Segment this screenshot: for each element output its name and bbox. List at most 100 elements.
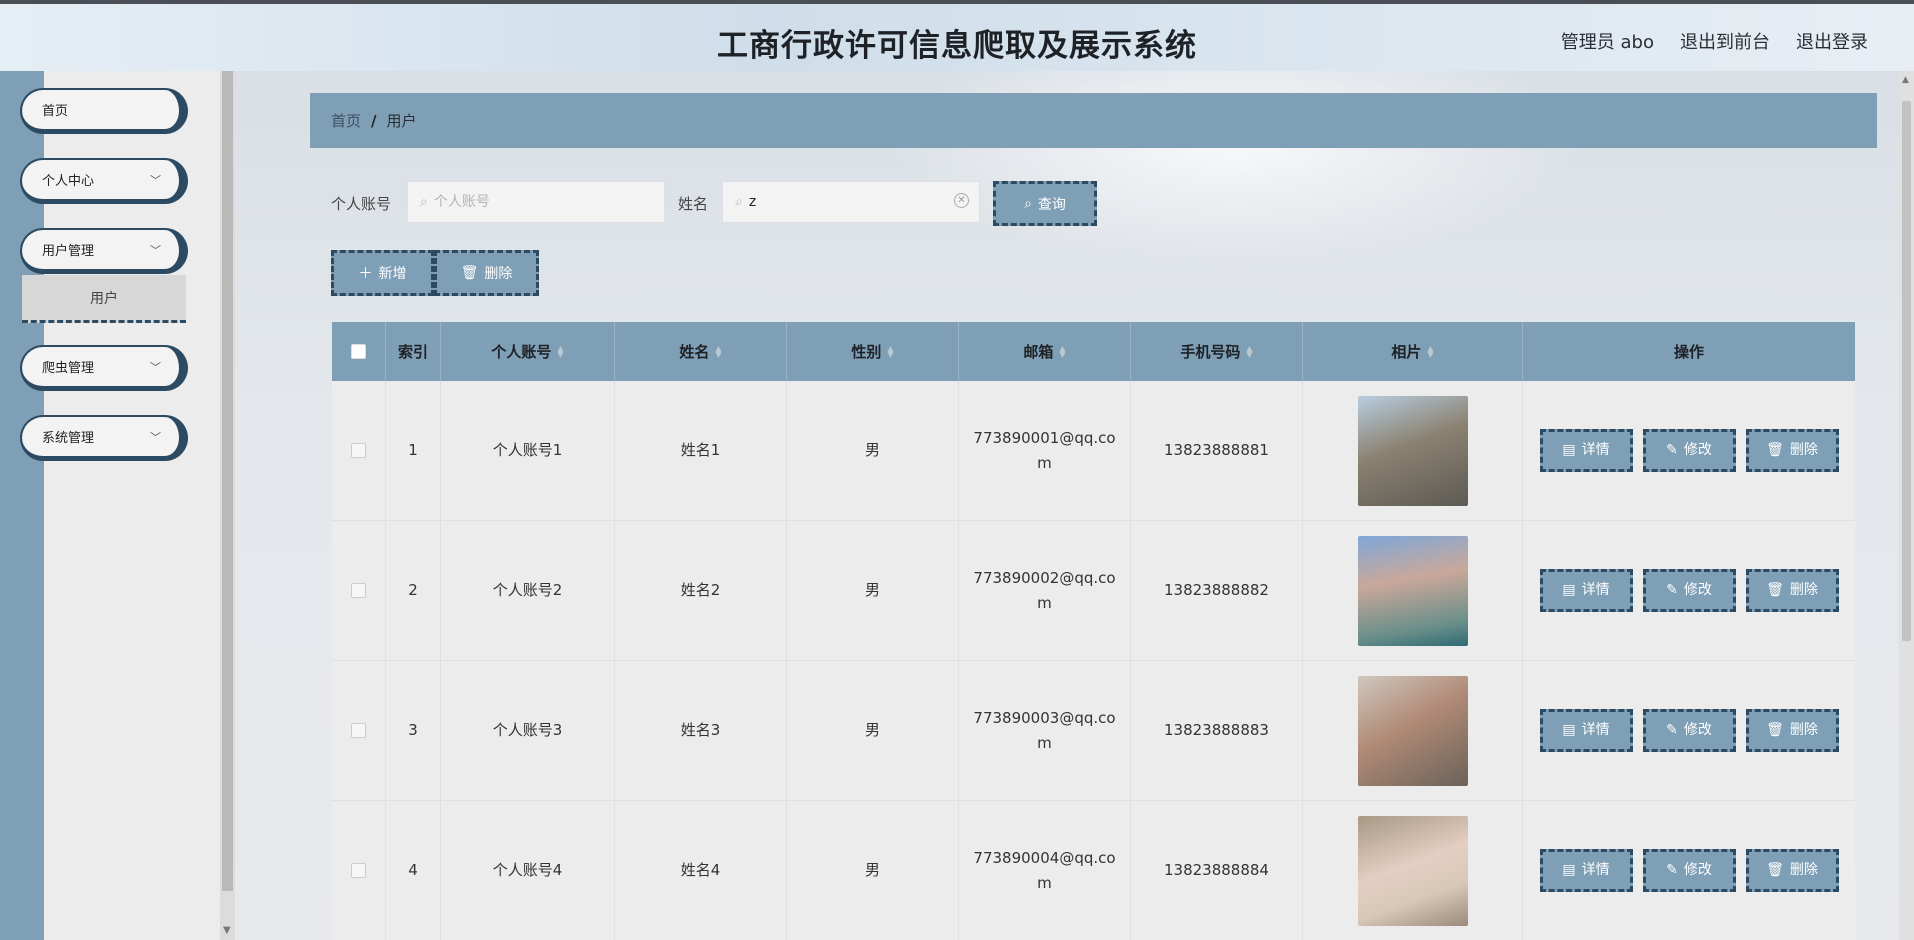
- edit-button[interactable]: ✎ 修改: [1642, 569, 1736, 612]
- breadcrumb-separator: /: [371, 111, 377, 130]
- clear-input-icon[interactable]: ✕: [954, 193, 969, 208]
- chevron-down-icon: ﹀: [150, 174, 161, 187]
- name-search-input[interactable]: [748, 194, 929, 210]
- email-text-line2: m: [1037, 593, 1052, 612]
- index-cell: 4: [386, 801, 441, 940]
- sidebar-item-personal-center[interactable]: 个人中心 ﹀: [22, 160, 186, 202]
- sort-icon[interactable]: ▲ ▼: [715, 344, 721, 358]
- sidebar-scrollbar[interactable]: ▼: [220, 71, 235, 940]
- header-account[interactable]: 个人账号 ▲ ▼: [441, 322, 615, 381]
- account-search-input[interactable]: [433, 194, 614, 210]
- sidebar-item-crawler-management[interactable]: 爬虫管理 ﹀: [22, 347, 186, 389]
- user-photo[interactable]: [1357, 535, 1468, 646]
- table-row: 3 个人账号3 姓名3 男 773890003@qq.co m 138238888…: [332, 661, 1855, 801]
- user-photo[interactable]: [1357, 395, 1468, 506]
- email-cell: 773890003@qq.co m: [959, 661, 1131, 800]
- select-all-checkbox[interactable]: [351, 344, 366, 359]
- batch-delete-button[interactable]: 🗑 删除: [434, 250, 539, 296]
- sidebar-scroll-thumb[interactable]: [222, 71, 233, 891]
- delete-button[interactable]: 🗑 删除: [1745, 709, 1839, 752]
- query-button[interactable]: ⌕ 查询: [993, 181, 1097, 226]
- email-text-line1: 773890004@qq.co: [973, 848, 1116, 867]
- sort-icon[interactable]: ▲ ▼: [557, 344, 563, 358]
- delete-button[interactable]: 🗑 删除: [1745, 569, 1839, 612]
- delete-button[interactable]: 🗑 删除: [1745, 849, 1839, 892]
- row-checkbox[interactable]: [351, 723, 366, 738]
- ops-cell: ▤ 详情 ✎ 修改 🗑 删除: [1523, 801, 1855, 940]
- sidebar-subitem-user[interactable]: 用户: [22, 275, 186, 323]
- row-checkbox[interactable]: [351, 443, 366, 458]
- scroll-down-arrow-icon[interactable]: ▼: [223, 925, 231, 936]
- logout-link[interactable]: 退出登录: [1796, 28, 1868, 54]
- edit-button[interactable]: ✎ 修改: [1642, 849, 1736, 892]
- edit-button-label: 修改: [1683, 722, 1712, 738]
- sidebar-item-user-management[interactable]: 用户管理 ﹀: [22, 230, 186, 272]
- name-search-box[interactable]: ⌕ ✕: [722, 181, 980, 223]
- document-icon: ▤: [1562, 442, 1576, 458]
- row-select-cell: [332, 521, 386, 660]
- to-front-link[interactable]: 退出到前台: [1680, 28, 1770, 54]
- add-button[interactable]: ＋ 新增: [331, 250, 434, 296]
- sidebar-item-system-management[interactable]: 系统管理 ﹀: [22, 417, 186, 459]
- main-scrollbar[interactable]: ▲: [1899, 71, 1914, 940]
- table-row: 1 个人账号1 姓名1 男 773890001@qq.co m 138238888…: [332, 381, 1855, 521]
- top-header: 工商行政许可信息爬取及展示系统 管理员 abo 退出到前台 退出登录: [0, 0, 1914, 71]
- row-checkbox[interactable]: [351, 583, 366, 598]
- search-icon: ⌕: [735, 194, 743, 210]
- pencil-icon: ✎: [1666, 722, 1678, 738]
- account-search-box[interactable]: ⌕: [407, 181, 665, 223]
- sort-icon[interactable]: ▲ ▼: [887, 344, 893, 358]
- sidebar-item-label: 爬虫管理: [42, 361, 95, 376]
- account-cell: 个人账号3: [441, 661, 615, 800]
- row-select-cell: [332, 801, 386, 940]
- sex-cell: 男: [787, 381, 959, 520]
- chevron-down-icon: ﹀: [150, 431, 161, 444]
- detail-button[interactable]: ▤ 详情: [1539, 569, 1633, 612]
- sidebar-item-home[interactable]: 首页: [22, 90, 186, 132]
- header-nav: 管理员 abo 退出到前台 退出登录: [1561, 28, 1868, 54]
- user-photo[interactable]: [1357, 815, 1468, 926]
- batch-delete-button-label: 删除: [484, 266, 513, 282]
- account-search-label: 个人账号: [331, 195, 392, 213]
- header-name[interactable]: 姓名 ▲ ▼: [615, 322, 787, 381]
- header-photo[interactable]: 相片 ▲ ▼: [1303, 322, 1523, 381]
- chevron-down-icon: ﹀: [150, 361, 161, 374]
- email-text-line2: m: [1037, 453, 1052, 472]
- phone-cell: 13823888882: [1131, 521, 1303, 660]
- delete-button-label: 删除: [1789, 582, 1818, 598]
- header-ops: 操作: [1523, 322, 1855, 381]
- scroll-up-arrow-icon[interactable]: ▲: [1902, 75, 1909, 85]
- row-checkbox[interactable]: [351, 863, 366, 878]
- header-sex[interactable]: 性别 ▲ ▼: [787, 322, 959, 381]
- delete-button[interactable]: 🗑 删除: [1745, 429, 1839, 472]
- sort-icon[interactable]: ▲ ▼: [1059, 344, 1065, 358]
- header-email[interactable]: 邮箱 ▲ ▼: [959, 322, 1131, 381]
- trash-icon: 🗑: [1766, 582, 1784, 598]
- document-icon: ▤: [1562, 582, 1576, 598]
- detail-button[interactable]: ▤ 详情: [1539, 709, 1633, 752]
- detail-button[interactable]: ▤ 详情: [1539, 429, 1633, 472]
- sidebar-item-label: 个人中心: [42, 174, 95, 189]
- detail-button-label: 详情: [1581, 582, 1610, 598]
- sort-icon[interactable]: ▲ ▼: [1427, 344, 1433, 358]
- header-phone[interactable]: 手机号码 ▲ ▼: [1131, 322, 1303, 381]
- edit-button[interactable]: ✎ 修改: [1642, 429, 1736, 472]
- user-photo[interactable]: [1357, 675, 1468, 786]
- table-header: 索引 个人账号 ▲ ▼ 姓名 ▲ ▼ 性别 ▲ ▼ 邮箱 ▲ ▼ 手机号码 ▲ ▼ 相片 …: [332, 322, 1855, 381]
- admin-user-label[interactable]: 管理员 abo: [1561, 28, 1654, 54]
- detail-button[interactable]: ▤ 详情: [1539, 849, 1633, 892]
- breadcrumb-home[interactable]: 首页: [331, 110, 361, 131]
- edit-button[interactable]: ✎ 修改: [1642, 709, 1736, 752]
- sort-icon[interactable]: ▲ ▼: [1246, 344, 1252, 358]
- document-icon: ▤: [1562, 722, 1576, 738]
- trash-icon: 🗑: [1766, 722, 1784, 738]
- trash-icon: 🗑: [1766, 862, 1784, 878]
- trash-icon: 🗑: [1766, 442, 1784, 458]
- main-scroll-thumb[interactable]: [1902, 101, 1911, 641]
- index-cell: 2: [386, 521, 441, 660]
- sidebar-item-label: 首页: [42, 104, 69, 119]
- detail-button-label: 详情: [1581, 442, 1610, 458]
- index-cell: 1: [386, 381, 441, 520]
- pencil-icon: ✎: [1666, 442, 1678, 458]
- detail-button-label: 详情: [1581, 862, 1610, 878]
